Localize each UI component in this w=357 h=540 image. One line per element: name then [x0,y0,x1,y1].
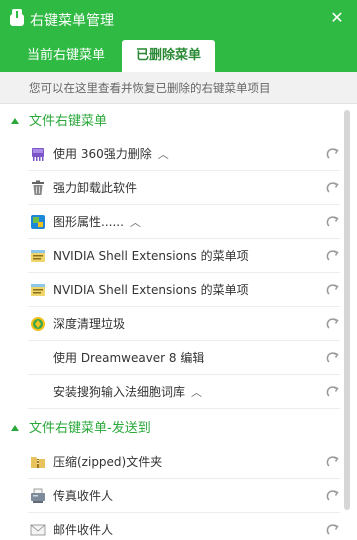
item-label: 图形属性...... [53,215,124,229]
nvidia-icon [31,284,45,296]
shred-icon [32,148,44,161]
list-item: 深度清理垃圾 [28,307,340,341]
restore-icon[interactable] [326,385,340,399]
item-label: 深度清理垃圾 [53,317,126,331]
item-label: NVIDIA Shell Extensions 的菜单项 [53,249,249,263]
cleaner-icon [31,317,45,331]
list-item: 压缩(zipped)文件夹 [28,445,340,479]
window-title: 右键菜单管理 [30,13,114,29]
restore-icon[interactable] [326,283,340,297]
item-label: 压缩(zipped)文件夹 [53,455,163,469]
title-bar: 右键菜单管理 ✕ [0,0,357,40]
app-icon [10,9,24,26]
item-label: 传真收件人 [53,489,114,503]
list-item: 使用 Dreamweaver 8 编辑 [28,341,340,375]
tab-deleted-menu[interactable]: 已删除菜单 [122,40,215,72]
collapse-arrow-icon [11,118,19,124]
list-item: 传真收件人 [28,479,340,513]
restore-icon[interactable] [326,489,340,503]
item-label: NVIDIA Shell Extensions 的菜单项 [53,283,249,297]
restore-icon[interactable] [326,351,340,365]
restore-icon[interactable] [326,249,340,263]
restore-icon[interactable] [326,455,340,469]
list-item: NVIDIA Shell Extensions 的菜单项 [28,239,340,273]
item-label: 强力卸载此软件 [53,181,138,195]
item-label: 使用 Dreamweaver 8 编辑 [53,351,205,365]
graphics-icon [31,215,45,229]
item-label: 邮件收件人 [53,523,114,537]
section-title: 文件右键菜单-发送到 [29,421,151,436]
list-item: 强力卸载此软件 [28,171,340,205]
hint-text: 您可以在这里查看并恢复已删除的右键菜单项目 [0,72,357,104]
list-item: 图形属性...... ︿ [28,205,340,239]
mail-icon [30,524,46,536]
restore-icon[interactable] [326,317,340,331]
chevron-up-icon[interactable]: ︿ [158,138,169,172]
close-button[interactable]: ✕ [327,8,347,28]
vertical-scrollbar[interactable] [343,104,351,540]
item-label: 使用 360强力删除 [53,147,152,161]
collapse-arrow-icon [11,425,19,431]
scroll-thumb[interactable] [344,110,350,510]
zip-folder-icon [31,457,45,468]
trash-icon [32,180,44,195]
fax-icon [31,488,45,503]
list-item: 安装搜狗输入法细胞词库 ︿ [28,375,340,409]
list-item: 邮件收件人 [28,513,340,540]
section-header-send-to[interactable]: 文件右键菜单-发送到 [0,414,340,444]
restore-icon[interactable] [326,523,340,537]
deleted-items-list: 文件右键菜单 使用 360强力删除 ︿ 强力卸载此软件 图形属性...... ︿… [0,104,357,540]
chevron-up-icon[interactable]: ︿ [130,206,141,240]
section-header-file-menu[interactable]: 文件右键菜单 [0,107,340,137]
nvidia-icon [31,250,45,262]
list-item: 使用 360强力删除 ︿ [28,137,340,171]
restore-icon[interactable] [326,181,340,195]
tab-current-menu[interactable]: 当前右键菜单 [17,40,115,72]
tab-bar: 当前右键菜单 已删除菜单 [0,40,357,72]
list-item: NVIDIA Shell Extensions 的菜单项 [28,273,340,307]
item-label: 安装搜狗输入法细胞词库 [53,385,186,399]
restore-icon[interactable] [326,215,340,229]
section-title: 文件右键菜单 [29,114,108,129]
restore-icon[interactable] [326,147,340,161]
chevron-up-icon[interactable]: ︿ [191,376,202,410]
